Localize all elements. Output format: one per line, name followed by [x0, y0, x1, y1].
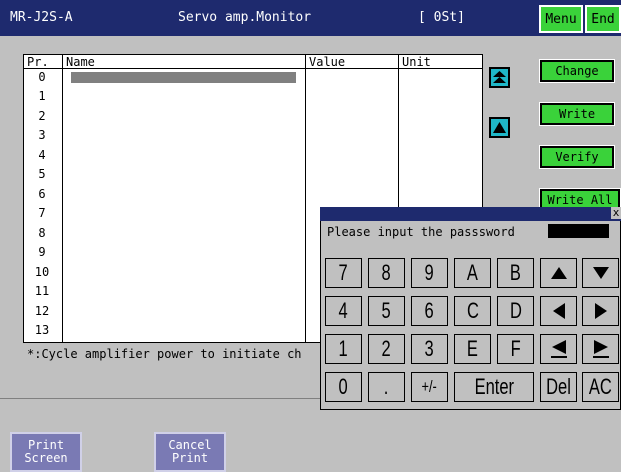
key-b[interactable]: B	[497, 258, 534, 288]
password-prompt: Please input the passsword	[327, 225, 515, 239]
dialog-close-button[interactable]: x	[611, 207, 621, 219]
cancel-print-button[interactable]: Cancel Print	[154, 432, 226, 472]
write-button[interactable]: Write	[540, 103, 614, 125]
key-e[interactable]: E	[454, 334, 491, 364]
change-button[interactable]: Change	[540, 60, 614, 82]
model-name: MR-J2S-A	[10, 10, 73, 25]
print-screen-label-2: Screen	[24, 451, 68, 465]
key-right[interactable]	[582, 296, 619, 326]
scroll-up-button[interactable]	[489, 117, 510, 138]
cancel-print-label-2: Print	[171, 451, 209, 465]
key-enter[interactable]: Enter	[454, 372, 534, 402]
key-plus-minus[interactable]: +/-	[411, 372, 448, 402]
row-number[interactable]: 12	[23, 304, 61, 319]
key-d[interactable]: D	[497, 296, 534, 326]
key-left[interactable]	[540, 296, 577, 326]
verify-button[interactable]: Verify	[540, 146, 614, 168]
row-number[interactable]: 13	[23, 323, 61, 338]
key-home[interactable]	[540, 334, 577, 364]
password-field[interactable]	[548, 224, 609, 238]
column-header-name: Name	[66, 55, 95, 69]
row-number[interactable]: 9	[23, 245, 61, 260]
row-number[interactable]: 1	[23, 89, 61, 104]
row-number[interactable]: 3	[23, 128, 61, 143]
key-down[interactable]	[582, 258, 619, 288]
triangle-up-icon	[550, 267, 567, 279]
column-divider	[305, 54, 306, 343]
column-header-value: Value	[309, 55, 346, 69]
menu-button[interactable]: Menu	[539, 5, 583, 33]
key-0[interactable]: 0	[325, 372, 362, 402]
scroll-top-button[interactable]	[489, 67, 510, 88]
key-8[interactable]: 8	[368, 258, 405, 288]
up-arrow-icon	[493, 122, 506, 133]
row-number[interactable]: 2	[23, 109, 61, 124]
key-1[interactable]: 1	[325, 334, 362, 364]
row-number[interactable]: 5	[23, 167, 61, 182]
key-5[interactable]: 5	[368, 296, 405, 326]
column-header-pr: Pr.	[27, 55, 49, 69]
column-header-unit: Unit	[402, 55, 431, 69]
row-number[interactable]: 10	[23, 265, 61, 280]
row-number[interactable]: 11	[23, 284, 61, 299]
key-c[interactable]: C	[454, 296, 491, 326]
station-status: [ 0St]	[418, 10, 465, 25]
key-4[interactable]: 4	[325, 296, 362, 326]
key-7[interactable]: 7	[325, 258, 362, 288]
key-delete[interactable]: Del	[540, 372, 577, 402]
triangle-left-icon	[552, 303, 565, 319]
key-f[interactable]: F	[497, 334, 534, 364]
dialog-title-bar[interactable]	[320, 207, 621, 221]
key-6[interactable]: 6	[411, 296, 448, 326]
key-3[interactable]: 3	[411, 334, 448, 364]
underlined-triangle-left-icon	[550, 340, 567, 358]
end-button[interactable]: End	[585, 5, 621, 33]
key-end[interactable]	[582, 334, 619, 364]
row-number[interactable]: 4	[23, 148, 61, 163]
row-number[interactable]: 7	[23, 206, 61, 221]
key-a[interactable]: A	[454, 258, 491, 288]
key-decimal[interactable]: .	[368, 372, 405, 402]
row-number[interactable]: 6	[23, 187, 61, 202]
column-divider	[62, 54, 63, 343]
row-number[interactable]: 0	[23, 70, 61, 85]
page-title: Servo amp.Monitor	[178, 10, 312, 25]
triangle-right-icon	[594, 303, 607, 319]
underlined-triangle-right-icon	[592, 340, 609, 358]
triangle-down-icon	[592, 267, 609, 279]
key-up[interactable]	[540, 258, 577, 288]
print-screen-button[interactable]: Print Screen	[10, 432, 82, 472]
row-number[interactable]: 8	[23, 226, 61, 241]
key-2[interactable]: 2	[368, 334, 405, 364]
double-up-arrow-icon	[493, 71, 506, 83]
key-all-clear[interactable]: AC	[582, 372, 619, 402]
power-cycle-note: *:Cycle amplifier power to initiate ch	[27, 347, 302, 361]
selected-row-highlight[interactable]	[71, 72, 296, 83]
key-9[interactable]: 9	[411, 258, 448, 288]
